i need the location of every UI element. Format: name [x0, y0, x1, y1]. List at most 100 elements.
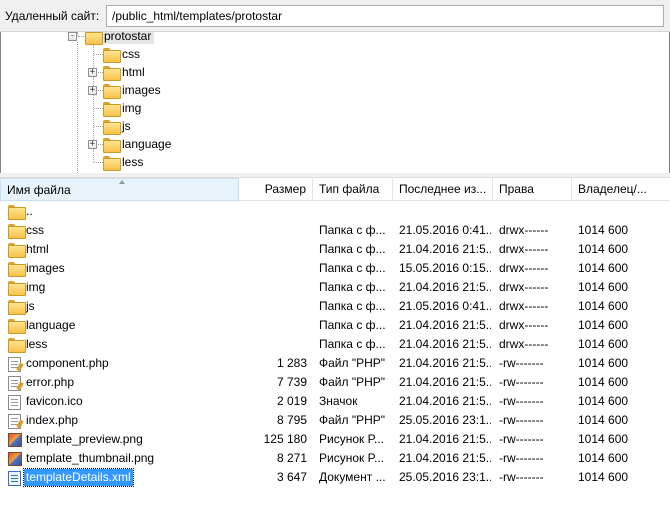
file-type: Рисунок P... [319, 432, 385, 446]
file-row[interactable]: images Папка с ф... 15.05.2016 0:15... drwx… [0, 259, 670, 278]
file-modified: 21.04.2016 21:5... [399, 375, 491, 389]
tree-line [94, 126, 103, 127]
file-row[interactable]: html Папка с ф... 21.04.2016 21:5... drwx--… [0, 240, 670, 259]
file-owner: 1014 600 [578, 337, 629, 351]
file-name: index.php [26, 413, 79, 427]
folder-icon [8, 243, 26, 259]
file-row[interactable]: .. [0, 202, 670, 221]
file-permissions: -rw------- [499, 356, 544, 370]
folder-icon [103, 65, 121, 81]
tree-item-label: language [122, 137, 172, 151]
file-row[interactable]: img Папка с ф... 21.04.2016 21:5... drwx---… [0, 278, 670, 297]
collapse-icon[interactable]: - [68, 32, 77, 41]
column-header-owner[interactable]: Владелец/... [572, 178, 670, 201]
file-size [239, 297, 307, 316]
file-list: .. css Папка с ф... 21.05.2016 0:41... drwx-… [0, 201, 670, 505]
file-modified: 25.05.2016 23:1... [399, 470, 491, 484]
folder-icon [103, 119, 121, 135]
file-name: images [26, 261, 65, 275]
tree-item-label: images [122, 83, 161, 97]
file-permissions: drwx------ [499, 318, 549, 332]
tree-item-protostar[interactable]: protostar [85, 32, 155, 45]
file-type: Файл "PHP" [319, 356, 386, 370]
file-owner: 1014 600 [578, 299, 629, 313]
file-row[interactable]: component.php 1 283 Файл "PHP" 21.04.2016 2… [0, 354, 670, 373]
file-type: Значок [319, 394, 358, 408]
tree-item-label: html [122, 65, 145, 79]
file-size [239, 221, 307, 240]
file-owner: 1014 600 [578, 432, 629, 446]
file-modified: 21.04.2016 21:5... [399, 337, 491, 351]
file-owner: 1014 600 [578, 318, 629, 332]
tree-item-img[interactable]: img [103, 99, 144, 117]
file-size [239, 335, 307, 354]
file-modified: 21.04.2016 21:5... [399, 432, 491, 446]
file-size [239, 240, 307, 259]
file-name: .. [26, 204, 33, 218]
column-header-name[interactable]: Имя файла [0, 178, 239, 201]
file-permissions: -rw------- [499, 413, 544, 427]
file-owner: 1014 600 [578, 356, 629, 370]
expand-icon[interactable]: + [88, 68, 97, 77]
expand-icon[interactable]: + [88, 86, 97, 95]
column-header-size[interactable]: Размер [239, 178, 313, 201]
file-owner: 1014 600 [578, 470, 629, 484]
folder-icon [8, 224, 26, 240]
file-name: template_preview.png [26, 432, 143, 446]
tree-item-less[interactable]: less [103, 153, 146, 171]
file-type: Папка с ф... [319, 280, 386, 294]
column-header-type[interactable]: Тип файла [313, 178, 393, 201]
file-size: 125 180 [263, 432, 307, 446]
column-header-modified[interactable]: Последнее из... [393, 178, 493, 201]
file-name: component.php [26, 356, 109, 370]
file-owner: 1014 600 [578, 451, 629, 465]
file-size: 8 795 [276, 413, 307, 427]
file-row[interactable]: js Папка с ф... 21.05.2016 0:41... drwx----… [0, 297, 670, 316]
file-type: Папка с ф... [319, 318, 386, 332]
tree-item-images[interactable]: images [103, 81, 164, 99]
file-row[interactable]: template_thumbnail.png 8 271 Рисунок P... 2… [0, 449, 670, 468]
folder-icon [103, 155, 121, 171]
file-size: 8 271 [276, 451, 307, 465]
file-row[interactable]: template_preview.png 125 180 Рисунок P... 2… [0, 430, 670, 449]
file-row[interactable]: language Папка с ф... 21.04.2016 21:5... dr… [0, 316, 670, 335]
folder-icon [8, 281, 26, 297]
folder-icon [103, 47, 121, 63]
file-owner: 1014 600 [578, 242, 629, 256]
file-type: Папка с ф... [319, 242, 386, 256]
file-owner: 1014 600 [578, 375, 629, 389]
file-type: Папка с ф... [319, 337, 386, 351]
tree-item-js[interactable]: js [103, 117, 134, 135]
tree-line [94, 162, 103, 163]
file-type: Папка с ф... [319, 223, 386, 237]
xml-file-icon [8, 471, 21, 489]
file-modified [399, 202, 491, 221]
file-row[interactable]: error.php 7 739 Файл "PHP" 21.04.2016 21:5.… [0, 373, 670, 392]
column-header-permissions[interactable]: Права [493, 178, 572, 201]
expand-icon[interactable]: + [88, 140, 97, 149]
file-row[interactable]: css Папка с ф... 21.05.2016 0:41... drwx---… [0, 221, 670, 240]
file-owner: 1014 600 [578, 223, 629, 237]
file-modified: 21.04.2016 21:5... [399, 394, 491, 408]
file-permissions: drwx------ [499, 299, 549, 313]
file-row[interactable]: less Папка с ф... 21.04.2016 21:5... drwx--… [0, 335, 670, 354]
file-row[interactable]: templateDetails.xml 3 647 Документ ... 25.0… [0, 468, 670, 487]
file-row[interactable]: favicon.ico 2 019 Значок 21.04.2016 21:5...… [0, 392, 670, 411]
file-name: html [26, 242, 49, 256]
folder-icon [103, 101, 121, 117]
tree-line [94, 108, 103, 109]
file-size: 7 739 [276, 375, 307, 389]
tree-item-html[interactable]: html [103, 63, 148, 81]
tree-item-language[interactable]: language [103, 135, 174, 153]
file-row[interactable]: index.php 8 795 Файл "PHP" 25.05.2016 23:1.… [0, 411, 670, 430]
file-name: templateDetails.xml [23, 468, 134, 487]
file-name: js [26, 299, 35, 313]
file-type: Документ ... [319, 470, 386, 484]
file-permissions: drwx------ [499, 242, 549, 256]
file-modified: 21.04.2016 21:5... [399, 242, 491, 256]
file-size: 1 283 [276, 356, 307, 370]
file-permissions: -rw------- [499, 470, 544, 484]
file-name: language [26, 318, 76, 332]
remote-path-input[interactable] [106, 5, 664, 27]
tree-item-css[interactable]: css [103, 45, 143, 63]
